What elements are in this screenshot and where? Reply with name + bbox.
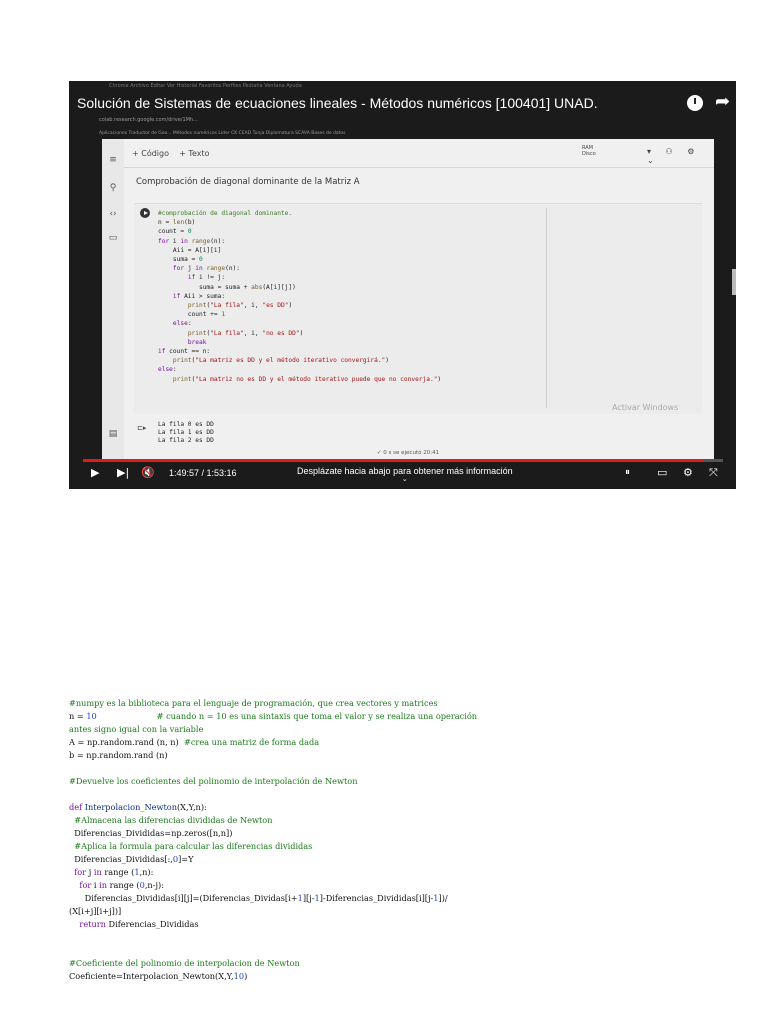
run-cell-icon (140, 208, 150, 218)
output-icon: ⊏▸ (137, 424, 147, 432)
cell-code: #comprobación de diagonal dominante. n =… (158, 210, 442, 383)
settings-icon[interactable]: ⚙ (683, 466, 693, 480)
browser-url: colab.research.google.com/drive/1Mh... (99, 117, 198, 123)
colab-notebook: ≡ ⚲ ‹› ▭ ▤ + Código + Texto RAM Disco ▾ … (102, 139, 736, 459)
colab-top-icons: ▾ ⚇ ⚙ ⌄ (647, 147, 701, 165)
time-display: 1:49:57 / 1:53:16 (169, 468, 237, 478)
menu-icon: ≡ (109, 155, 117, 165)
share-icon[interactable]: ➦ (715, 91, 730, 112)
windows-watermark: Activar Windows (612, 403, 679, 412)
scroll-hint[interactable]: Desplázate hacia abajo para obtener más … (297, 466, 513, 483)
ram-indicator: RAM Disco (582, 145, 596, 157)
colab-toolbar: + Código + Texto (132, 149, 210, 158)
mute-icon[interactable]: 🔇 (141, 466, 155, 480)
document-code: #numpy es la biblioteca para el lenguaje… (69, 698, 478, 981)
add-text-button: + Texto (179, 149, 210, 158)
terminal-icon: ▤ (108, 429, 118, 439)
execution-status: ✓ 0 s se ejecutó 20:41 (376, 450, 440, 456)
code-cell: #comprobación de diagonal dominante. n =… (134, 203, 702, 414)
play-icon[interactable]: ▶ (91, 466, 99, 480)
next-icon[interactable]: ▶| (117, 466, 129, 480)
watch-later-icon[interactable] (687, 95, 703, 111)
disk-label: Disco (582, 151, 596, 157)
bookmarks-bar: Aplicaciones Traductor de Goo... Métodos… (99, 131, 346, 136)
player-controls: ▶ ▶| 🔇 1:49:57 / 1:53:16 Desplázate haci… (69, 462, 736, 489)
add-code-button: + Código (132, 149, 169, 158)
folder-icon: ▭ (108, 233, 118, 243)
mac-menu-bar: Chrome Archivo Editar Ver Historial Favo… (109, 83, 302, 89)
search-icon: ⚲ (109, 183, 117, 193)
video-player[interactable]: Chrome Archivo Editar Ver Historial Favo… (69, 81, 736, 489)
code-icon: ‹› (109, 209, 117, 219)
cell-output: La fila 0 es DD La fila 1 es DD La fila … (158, 421, 214, 444)
autoplay-toggle-icon[interactable]: ⏸ (625, 466, 630, 480)
fullscreen-exit-icon[interactable]: ⤧ (709, 466, 718, 480)
video-title[interactable]: Solución de Sistemas de ecuaciones linea… (77, 95, 598, 111)
section-title: Comprobación de diagonal dominante de la… (136, 177, 360, 187)
scrollbar[interactable] (732, 269, 736, 295)
colab-sidebar: ≡ ⚲ ‹› ▭ ▤ (102, 139, 124, 459)
chevron-down-icon: ⌄ (401, 476, 408, 483)
subtitles-icon[interactable]: ▭ (657, 466, 667, 480)
